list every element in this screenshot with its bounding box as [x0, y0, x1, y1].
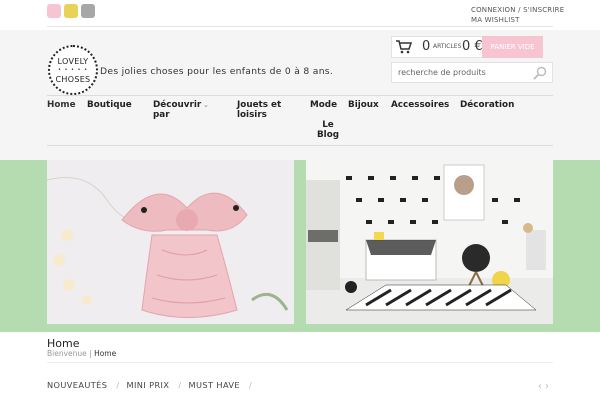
nav-item-bijoux[interactable]: Bijoux	[348, 100, 379, 110]
cart-total: 0 €	[462, 39, 483, 54]
breadcrumb-home[interactable]: Bienvenue	[47, 349, 87, 358]
bow-cushion-illustration	[47, 160, 294, 324]
chevron-left-icon[interactable]: ‹	[538, 381, 545, 392]
cart-icon[interactable]	[396, 40, 412, 54]
search-box	[391, 62, 553, 83]
tagline: Des jolies choses pour les enfants de 0 …	[100, 66, 334, 77]
chevron-down-icon: ⌄	[203, 101, 209, 109]
hero-image-bow-cushion[interactable]	[47, 160, 294, 324]
nav-item-mode[interactable]: Mode	[310, 100, 337, 110]
wishlist-link[interactable]: MA WISHLIST	[471, 15, 564, 25]
breadcrumb: Bienvenue | Home	[47, 349, 116, 358]
logo-line2: CHOSES	[55, 74, 91, 84]
nursery-illustration	[306, 160, 553, 324]
tab-nouveautes[interactable]: NOUVEAUTÉS	[47, 380, 107, 390]
cart-count: 0	[422, 39, 431, 54]
divider	[47, 95, 553, 96]
site-logo[interactable]: LOVELY • • • • • CHOSES	[48, 45, 98, 95]
search-input[interactable]	[392, 63, 527, 82]
divider	[47, 362, 553, 363]
logo-line1: LOVELY	[57, 56, 89, 66]
logo-dots: • • • • •	[57, 66, 89, 73]
nav-label: Découvrir par	[153, 100, 202, 120]
nav-item-boutique[interactable]: Boutique	[87, 100, 132, 110]
tab-mini-prix[interactable]: MINI PRIX	[126, 380, 169, 390]
nav-item-accessoires[interactable]: Accessoires	[391, 100, 449, 110]
cart-articles-label: ARTICLES	[433, 43, 462, 50]
cart-widget[interactable]: 0 ARTICLES 0 € PANIER VIDE	[391, 36, 543, 58]
empty-cart-button[interactable]: PANIER VIDE	[482, 36, 543, 58]
account-links: CONNEXION / S'INSCRIRE MA WISHLIST	[471, 5, 564, 25]
divider	[47, 26, 553, 27]
star-icon[interactable]	[64, 4, 78, 18]
tab-must-have[interactable]: MUST HAVE	[189, 380, 240, 390]
heart-icon[interactable]	[47, 4, 61, 18]
hero-image-nursery[interactable]	[306, 160, 553, 324]
divider	[47, 145, 553, 146]
tab-separator: /	[178, 380, 182, 390]
breadcrumb-separator: |	[86, 349, 95, 358]
breadcrumb-current: Home	[94, 349, 117, 358]
tab-separator: /	[116, 380, 120, 390]
search-icon[interactable]	[533, 66, 547, 80]
login-link[interactable]: CONNEXION / S'INSCRIRE	[471, 5, 564, 15]
rabbit-icon[interactable]	[81, 4, 95, 18]
nav-item-decouvrir[interactable]: Découvrir par ⌄	[153, 100, 209, 120]
nav-item-jouets[interactable]: Jouets et loisirs	[237, 100, 287, 120]
tab-separator: /	[249, 380, 253, 390]
nav-item-blog[interactable]: Le Blog	[315, 120, 341, 140]
carousel-arrows: ‹›	[538, 381, 552, 392]
nav-item-home[interactable]: Home	[47, 100, 76, 110]
social-links	[47, 4, 95, 18]
product-tabs: NOUVEAUTÉS / MINI PRIX / MUST HAVE /	[47, 380, 259, 390]
main-nav: Home Boutique Découvrir par ⌄ Jouets et …	[47, 100, 553, 140]
chevron-right-icon[interactable]: ›	[545, 381, 552, 392]
nav-item-decoration[interactable]: Décoration	[460, 100, 514, 110]
